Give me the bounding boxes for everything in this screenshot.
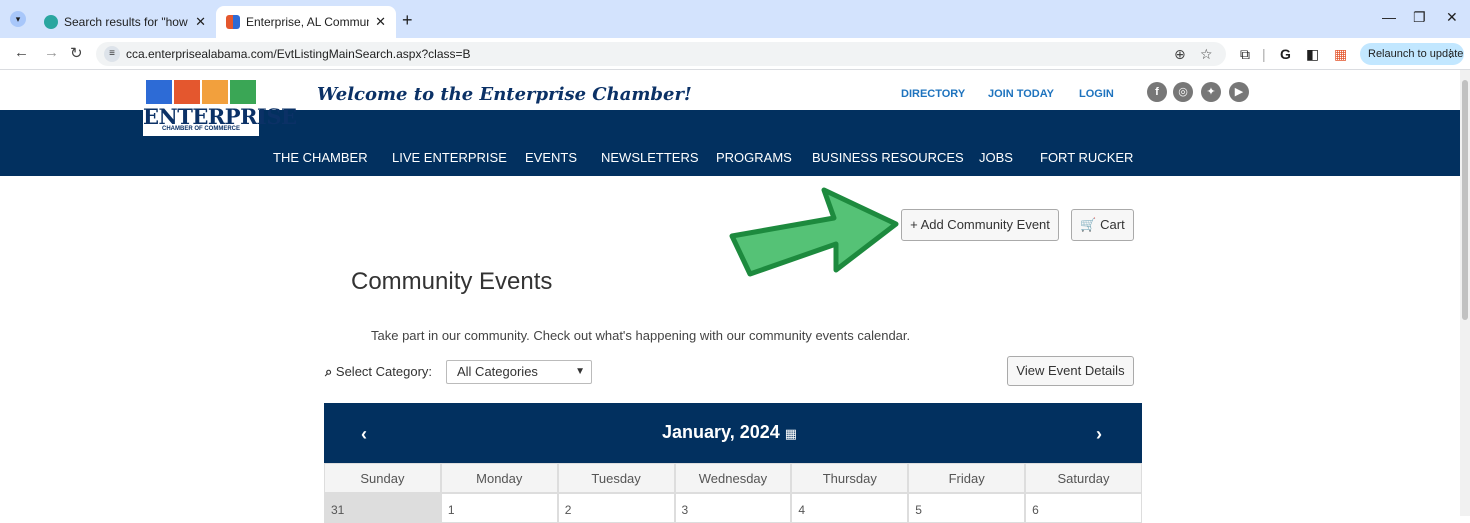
instagram-icon[interactable]: ◎ bbox=[1173, 82, 1193, 102]
next-month-button[interactable]: › bbox=[1096, 424, 1102, 445]
calendar-day[interactable]: 3 bbox=[674, 493, 792, 523]
weekday-friday: Friday bbox=[908, 463, 1026, 493]
calendar-day[interactable]: 6 bbox=[1025, 493, 1142, 523]
weekday-row: Sunday Monday Tuesday Wednesday Thursday… bbox=[324, 463, 1142, 493]
close-tab-icon[interactable]: ✕ bbox=[375, 14, 386, 30]
google-favicon-icon bbox=[44, 15, 58, 29]
directory-link[interactable]: DIRECTORY bbox=[901, 88, 965, 100]
view-event-details-button[interactable]: View Event Details bbox=[1007, 356, 1134, 386]
category-select[interactable]: All Categories ▼ bbox=[446, 360, 592, 384]
scrollbar-thumb[interactable] bbox=[1462, 80, 1468, 320]
youtube-icon[interactable]: ▶ bbox=[1229, 82, 1249, 102]
nav-newsletters[interactable]: NEWSLETTERS bbox=[601, 150, 699, 165]
tab-title: Search results for "how to find a bbox=[64, 15, 189, 29]
nav-programs[interactable]: PROGRAMS bbox=[716, 150, 792, 165]
minimize-icon[interactable]: — bbox=[1382, 9, 1396, 25]
intro-text: Take part in our community. Check out wh… bbox=[371, 328, 911, 343]
calendar-day[interactable]: 31 bbox=[324, 493, 441, 523]
calendar-month-title[interactable]: January, 2024 ▦ bbox=[662, 422, 797, 443]
weekday-monday: Monday bbox=[440, 463, 558, 493]
nav-business-resources[interactable]: BUSINESS RESOURCES bbox=[812, 150, 964, 165]
sidepanel-icon[interactable]: ◧ bbox=[1306, 46, 1319, 63]
url-text[interactable]: cca.enterprisealabama.com/EvtListingMain… bbox=[126, 47, 471, 61]
weekday-thursday: Thursday bbox=[791, 463, 909, 493]
nav-jobs[interactable]: JOBS bbox=[979, 150, 1013, 165]
category-label: ⌕ Select Category: bbox=[325, 364, 432, 380]
welcome-tagline: Welcome to the Enterprise Chamber! bbox=[317, 84, 692, 105]
close-window-icon[interactable]: ✕ bbox=[1446, 9, 1458, 26]
add-community-event-button[interactable]: + Add Community Event bbox=[901, 209, 1059, 241]
chamber-favicon-icon bbox=[226, 15, 240, 29]
reload-icon[interactable]: ↻ bbox=[70, 44, 83, 62]
month-label: January, 2024 bbox=[662, 422, 780, 442]
chamber-logo[interactable]: ENTERPRISE CHAMBER OF COMMERCE bbox=[143, 80, 297, 136]
address-bar: ← → ↻ ≡ cca.enterprisealabama.com/EvtLis… bbox=[0, 38, 1470, 70]
nav-events[interactable]: EVENTS bbox=[525, 150, 577, 165]
back-icon[interactable]: ← bbox=[14, 44, 29, 61]
login-link[interactable]: LOGIN bbox=[1079, 88, 1114, 100]
nav-live-enterprise[interactable]: LIVE ENTERPRISE bbox=[392, 150, 507, 165]
profile-icon[interactable]: ▦ bbox=[1334, 46, 1347, 63]
search-icon: ⌕ bbox=[325, 364, 333, 379]
weekday-wednesday: Wednesday bbox=[674, 463, 792, 493]
weekday-saturday: Saturday bbox=[1025, 463, 1142, 493]
logo-image-strip bbox=[146, 80, 256, 104]
calendar-day[interactable]: 1 bbox=[440, 493, 558, 523]
extensions-icon[interactable]: ⧉ bbox=[1240, 46, 1250, 63]
calendar-grid: Sunday Monday Tuesday Wednesday Thursday… bbox=[324, 463, 1142, 523]
category-select-value: All Categories bbox=[457, 364, 538, 379]
calendar-day[interactable]: 4 bbox=[791, 493, 909, 523]
tab-enterprise-calendar[interactable]: Enterprise, AL Community Calen ✕ bbox=[216, 6, 396, 38]
join-today-link[interactable]: JOIN TODAY bbox=[988, 88, 1054, 100]
cart-button[interactable]: 🛒 Cart bbox=[1071, 209, 1134, 241]
nav-fort-rucker[interactable]: FORT RUCKER bbox=[1040, 150, 1133, 165]
tab-search-icon[interactable]: ▾ bbox=[10, 11, 26, 27]
close-tab-icon[interactable]: ✕ bbox=[195, 14, 206, 30]
zoom-icon[interactable]: ⊕ bbox=[1174, 46, 1186, 63]
week-row: 31 1 2 3 4 5 6 bbox=[324, 493, 1142, 523]
new-tab-icon[interactable]: + bbox=[402, 10, 413, 31]
restore-icon[interactable]: ❐ bbox=[1413, 9, 1426, 26]
chevron-down-icon: ▼ bbox=[575, 366, 585, 377]
facebook-icon[interactable]: f bbox=[1147, 82, 1167, 102]
bookmark-star-icon[interactable]: ☆ bbox=[1200, 46, 1213, 63]
browser-tab-bar: ▾ Search results for "how to find a ✕ En… bbox=[0, 0, 1470, 38]
logo-subtitle: CHAMBER OF COMMERCE bbox=[162, 126, 240, 132]
green-arrow-icon bbox=[729, 187, 899, 277]
nav-the-chamber[interactable]: THE CHAMBER bbox=[273, 150, 368, 165]
cart-icon: 🛒 bbox=[1080, 217, 1097, 232]
category-label-text: Select Category: bbox=[335, 364, 433, 379]
cart-label: Cart bbox=[1100, 217, 1125, 232]
twitter-icon[interactable]: ✦ bbox=[1201, 82, 1221, 102]
calendar-icon: ▦ bbox=[784, 426, 798, 441]
site-info-icon[interactable]: ≡ bbox=[104, 46, 120, 62]
forward-icon[interactable]: → bbox=[44, 44, 59, 61]
calendar-day[interactable]: 5 bbox=[908, 493, 1026, 523]
tab-search-results[interactable]: Search results for "how to find a ✕ bbox=[34, 6, 216, 38]
weekday-tuesday: Tuesday bbox=[557, 463, 675, 493]
toolbar-divider: | bbox=[1262, 46, 1266, 62]
calendar-day[interactable]: 2 bbox=[557, 493, 675, 523]
page-title: Community Events bbox=[351, 268, 553, 295]
google-icon[interactable]: G bbox=[1280, 46, 1291, 62]
prev-month-button[interactable]: ‹ bbox=[361, 424, 367, 445]
relaunch-button[interactable]: Relaunch to update ⋮ bbox=[1360, 43, 1464, 65]
omnibox[interactable]: ≡ cca.enterprisealabama.com/EvtListingMa… bbox=[96, 42, 1226, 66]
tab-title: Enterprise, AL Community Calen bbox=[246, 15, 369, 29]
weekday-sunday: Sunday bbox=[324, 463, 441, 493]
menu-icon[interactable]: ⋮ bbox=[1445, 43, 1456, 65]
